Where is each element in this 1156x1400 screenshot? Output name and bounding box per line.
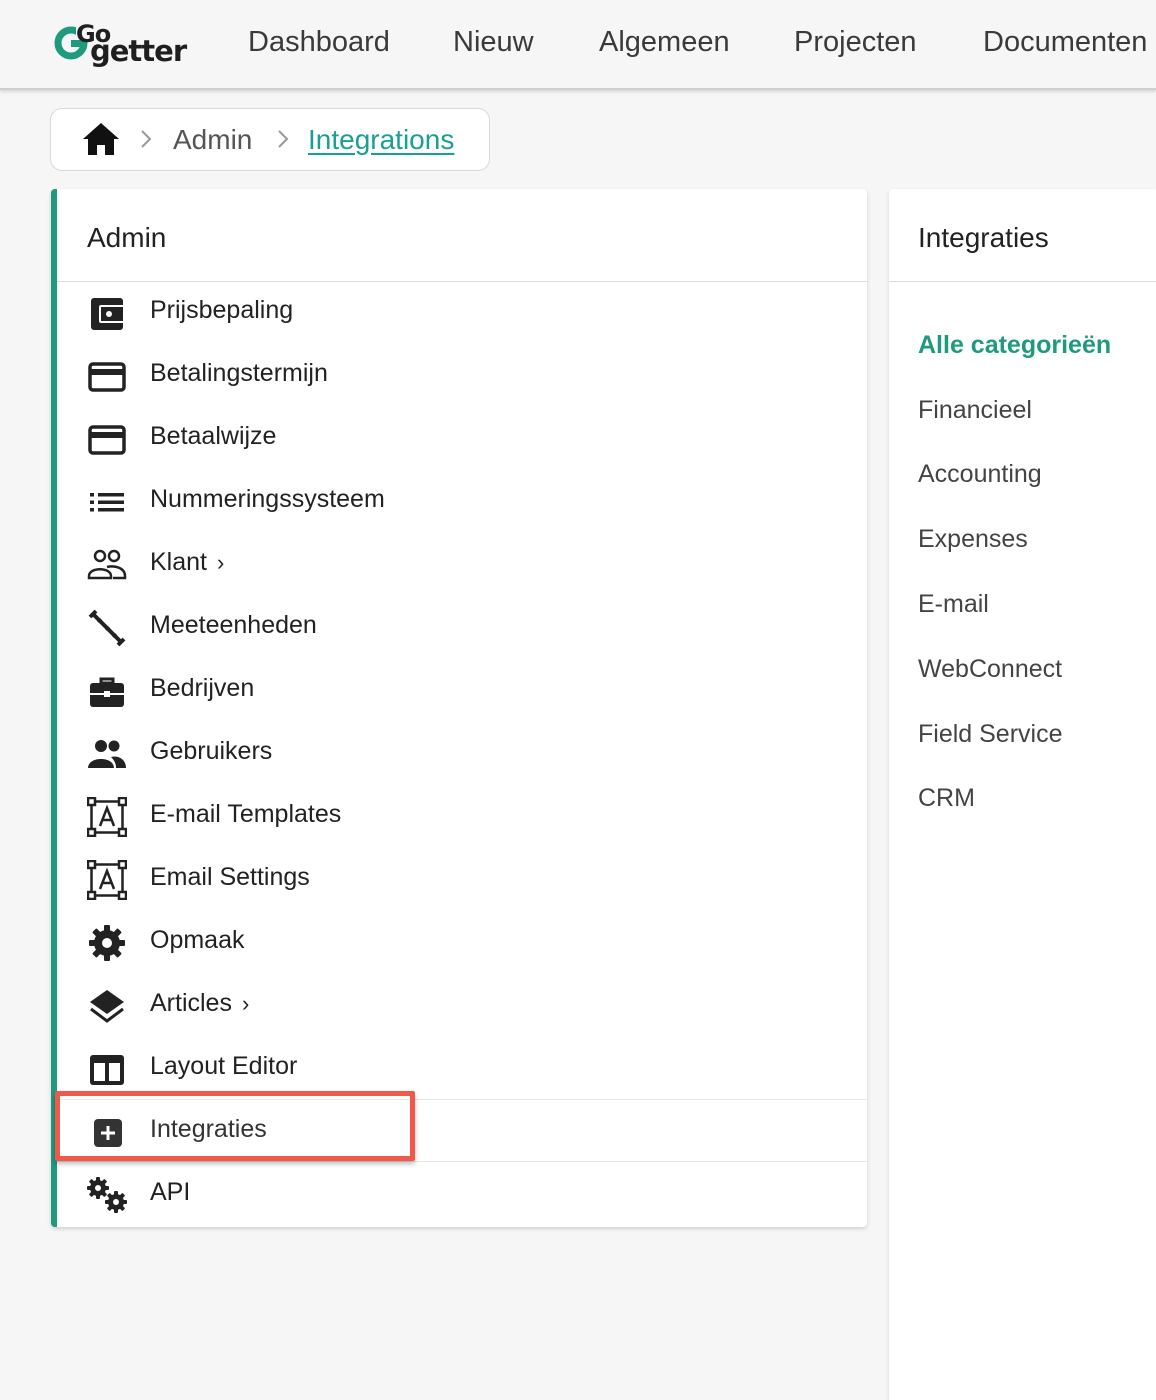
menu-item-klant[interactable]: Klant › [57, 533, 867, 596]
menu-item-betaalwijze[interactable]: Betaalwijze [57, 407, 867, 470]
layers-icon [90, 990, 124, 1023]
menu-item-label: Prijsbepaling [150, 296, 294, 324]
menu-item-gebruikers[interactable]: Gebruikers [57, 722, 867, 785]
menu-item-label: Klant › [150, 548, 225, 576]
menu-item-label: Articles › [150, 989, 250, 1017]
people-icon [88, 740, 126, 768]
menu-item-label: Email Settings [150, 863, 310, 891]
nav-nieuw[interactable]: Nieuw [453, 26, 534, 59]
menu-item-label: Meeteenheden [150, 611, 317, 639]
nav-algemeen[interactable]: Algemeen [599, 26, 730, 59]
menu-item-label: E-mail Templates [150, 800, 342, 828]
nav-documenten[interactable]: Documenten [983, 26, 1147, 59]
admin-panel-title: Admin [87, 222, 167, 253]
menu-item-label: Opmaak [150, 926, 245, 954]
breadcrumb-integrations[interactable]: Integrations [308, 124, 454, 156]
nav-projecten[interactable]: Projecten [794, 26, 917, 59]
menu-item-label: Nummeringssysteem [150, 485, 385, 513]
chevron-right-icon [141, 130, 152, 148]
menu-item-label: Betalingstermijn [150, 359, 328, 387]
category-crm[interactable]: CRM [918, 784, 975, 813]
menu-item-label: Betaalwijze [150, 422, 277, 450]
chevron-right-icon: › [216, 550, 225, 575]
gear-icon [89, 925, 125, 961]
briefcase-icon [90, 677, 124, 707]
menu-item-prijsbepaling[interactable]: Prijsbepaling [57, 281, 867, 344]
chevron-right-icon [278, 130, 289, 148]
menu-item-label: Layout Editor [150, 1052, 298, 1080]
menu-item-email-templates[interactable]: E-mail Templates [57, 785, 867, 848]
category-email[interactable]: E-mail [918, 590, 989, 619]
admin-menu-panel: Admin Prijsbepaling Betalingstermijn Bet… [51, 189, 867, 1227]
gears-icon [87, 1177, 127, 1213]
menu-item-nummeringssysteem[interactable]: Nummeringssysteem [57, 470, 867, 533]
credit-card-icon [88, 362, 126, 392]
nav-dashboard[interactable]: Dashboard [248, 26, 390, 59]
menu-item-meeteenheden[interactable]: Meeteenheden [57, 596, 867, 659]
credit-card-icon [88, 425, 126, 455]
text-frame-icon [87, 860, 127, 900]
home-icon[interactable] [81, 121, 121, 157]
category-field-service[interactable]: Field Service [918, 720, 1063, 749]
menu-item-opmaak[interactable]: Opmaak [57, 911, 867, 974]
integrations-category-panel: Integraties Alle categorieën Financieel … [889, 189, 1156, 1400]
list-icon [90, 493, 124, 512]
breadcrumb: Admin Integrations [50, 108, 490, 171]
category-expenses[interactable]: Expenses [918, 525, 1028, 554]
menu-item-articles[interactable]: Articles › [57, 974, 867, 1037]
divider [889, 281, 1156, 282]
menu-item-email-settings[interactable]: Email Settings [57, 848, 867, 911]
menu-item-label: API [150, 1178, 191, 1206]
integrations-panel-title: Integraties [918, 222, 1049, 253]
gogetter-logo[interactable]: Go getter [54, 20, 194, 72]
top-navigation-bar: Go getter Dashboard Nieuw Algemeen Proje… [0, 0, 1156, 90]
menu-item-label: Gebruikers [150, 737, 273, 765]
category-webconnect[interactable]: WebConnect [918, 655, 1062, 684]
category-accounting[interactable]: Accounting [918, 460, 1042, 489]
category-all[interactable]: Alle categorieën [918, 331, 1111, 360]
category-financieel[interactable]: Financieel [918, 396, 1032, 425]
menu-item-api[interactable]: API [57, 1163, 867, 1226]
ruler-icon [88, 609, 126, 647]
menu-item-bedrijven[interactable]: Bedrijven [57, 659, 867, 722]
menu-item-label: Bedrijven [150, 674, 255, 702]
text-frame-icon [87, 797, 127, 837]
menu-item-betalingstermijn[interactable]: Betalingstermijn [57, 344, 867, 407]
columns-icon [90, 1055, 124, 1085]
breadcrumb-admin[interactable]: Admin [173, 124, 252, 156]
chevron-right-icon: › [241, 991, 250, 1016]
highlight-box [55, 1091, 415, 1161]
people-outline-icon [87, 549, 127, 580]
logo-text-getter: getter [90, 34, 187, 68]
wallet-icon [91, 298, 125, 330]
